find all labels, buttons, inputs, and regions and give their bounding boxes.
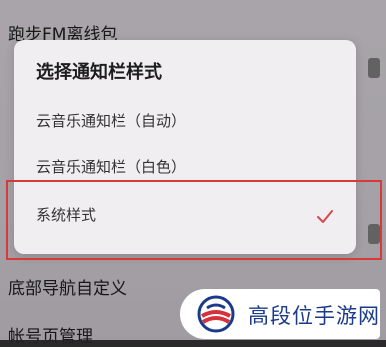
option-label: 云音乐通知栏（自动） (36, 112, 187, 130)
dialog-title: 选择通知栏样式 (36, 62, 162, 83)
watermark-text: 高段位手游网 (248, 304, 380, 328)
option-label: 云音乐通知栏（白色） (36, 158, 187, 176)
watermark-logo-icon (197, 295, 235, 333)
watermark-badge: 高段位手游网 (180, 289, 380, 339)
highlight-frame (6, 180, 382, 260)
option-auto[interactable]: 云音乐通知栏（自动） (14, 98, 356, 144)
